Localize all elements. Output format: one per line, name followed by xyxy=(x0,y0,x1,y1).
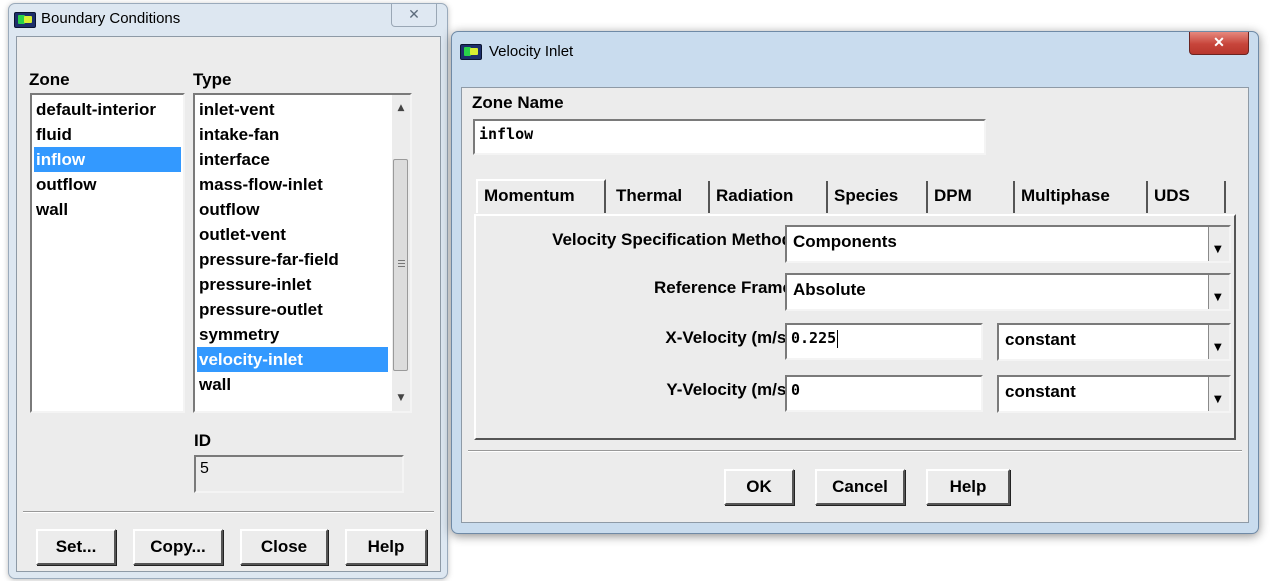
scroll-up-icon[interactable]: ▲ xyxy=(392,99,410,117)
y-velocity-profile-dropdown[interactable]: constant ▼ xyxy=(997,375,1231,413)
zone-list-item[interactable]: outflow xyxy=(34,172,181,197)
chevron-down-icon[interactable]: ▼ xyxy=(1208,227,1229,261)
bc-help-button[interactable]: Help xyxy=(345,529,427,565)
tab-uds[interactable]: UDS xyxy=(1148,181,1226,213)
type-list-item[interactable]: pressure-outlet xyxy=(197,297,388,322)
chevron-down-icon[interactable]: ▼ xyxy=(1208,325,1229,359)
type-list-item[interactable]: outlet-vent xyxy=(197,222,388,247)
tab-multiphase[interactable]: Multiphase xyxy=(1015,181,1148,213)
type-list-item[interactable]: intake-fan xyxy=(197,122,388,147)
bc-client-area: Zone Type default-interior fluid inflow out… xyxy=(16,36,441,572)
vi-help-button[interactable]: Help xyxy=(926,469,1010,505)
zone-list-item[interactable]: wall xyxy=(34,197,181,222)
fluent-app-icon xyxy=(460,44,482,60)
zone-list-item[interactable]: fluid xyxy=(34,122,181,147)
velocity-method-dropdown[interactable]: Components ▼ xyxy=(785,225,1231,263)
zone-label: Zone xyxy=(29,70,70,89)
bc-window-title: Boundary Conditions xyxy=(41,10,181,27)
type-list-item[interactable]: pressure-inlet xyxy=(197,272,388,297)
copy-button[interactable]: Copy... xyxy=(133,529,223,565)
fluent-app-icon xyxy=(14,12,36,28)
bc-separator xyxy=(23,511,434,513)
type-list-item[interactable]: wall xyxy=(197,372,388,397)
y-velocity-label: Y-Velocity (m/s) xyxy=(666,380,792,399)
x-velocity-input[interactable]: 0.225 xyxy=(785,323,983,360)
zone-name-label: Zone Name xyxy=(472,93,564,112)
y-velocity-profile-value: constant xyxy=(1005,382,1076,401)
bc-titlebar[interactable]: Boundary Conditions ✕ xyxy=(9,4,447,34)
tab-radiation[interactable]: Radiation xyxy=(710,181,828,213)
zone-list-item[interactable]: inflow xyxy=(34,147,181,172)
chevron-down-icon[interactable]: ▼ xyxy=(1208,377,1229,411)
zone-list-item[interactable]: default-interior xyxy=(34,97,181,122)
type-list[interactable]: inlet-vent intake-fan interface mass-flow-i… xyxy=(193,93,412,413)
tab-species[interactable]: Species xyxy=(828,181,928,213)
close-icon: ✕ xyxy=(408,6,420,22)
zone-list[interactable]: default-interior fluid inflow outflow wall xyxy=(30,93,185,413)
vi-client-area: Zone Name inflow Momentum Thermal Radiat… xyxy=(461,87,1249,523)
momentum-tab-page: Velocity Specification Method Components… xyxy=(474,214,1236,440)
tab-momentum[interactable]: Momentum xyxy=(476,179,606,213)
y-velocity-input[interactable]: 0 xyxy=(785,375,983,412)
x-velocity-value: 0.225 xyxy=(791,329,837,347)
type-list-item[interactable]: inlet-vent xyxy=(197,97,388,122)
reference-frame-dropdown[interactable]: Absolute ▼ xyxy=(785,273,1231,311)
type-list-item[interactable]: symmetry xyxy=(197,322,388,347)
id-value: 5 xyxy=(200,460,209,477)
reference-frame-label: Reference Frame xyxy=(654,278,792,297)
cancel-button[interactable]: Cancel xyxy=(815,469,905,505)
velocity-method-label: Velocity Specification Method xyxy=(552,230,792,249)
id-label: ID xyxy=(194,431,211,450)
velocity-inlet-window: Velocity Inlet ✕ Zone Name inflow Moment… xyxy=(451,31,1259,534)
id-field: 5 xyxy=(194,455,404,493)
type-list-item[interactable]: velocity-inlet xyxy=(197,347,388,372)
vi-window-title: Velocity Inlet xyxy=(489,43,574,60)
type-list-item[interactable]: interface xyxy=(197,147,388,172)
chevron-down-icon[interactable]: ▼ xyxy=(1208,275,1229,309)
boundary-conditions-window: Boundary Conditions ✕ Zone Type default-… xyxy=(8,3,448,579)
tab-dpm[interactable]: DPM xyxy=(928,181,1015,213)
vi-titlebar[interactable]: Velocity Inlet ✕ xyxy=(452,32,1258,62)
type-list-item[interactable]: pressure-far-field xyxy=(197,247,388,272)
close-button[interactable]: Close xyxy=(240,529,328,565)
close-icon: ✕ xyxy=(1213,34,1225,50)
zone-name-input[interactable]: inflow xyxy=(473,119,986,155)
type-label: Type xyxy=(193,70,232,89)
x-velocity-profile-value: constant xyxy=(1005,330,1076,349)
reference-frame-value: Absolute xyxy=(793,280,866,299)
set-button[interactable]: Set... xyxy=(36,529,116,565)
vi-separator xyxy=(468,450,1242,452)
scroll-down-icon[interactable]: ▼ xyxy=(392,389,410,407)
type-list-item[interactable]: mass-flow-inlet xyxy=(197,172,388,197)
text-caret xyxy=(837,329,839,348)
bc-close-button[interactable]: ✕ xyxy=(391,4,437,27)
x-velocity-profile-dropdown[interactable]: constant ▼ xyxy=(997,323,1231,361)
tab-strip: Momentum Thermal Radiation Species DPM M… xyxy=(474,179,1234,215)
ok-button[interactable]: OK xyxy=(724,469,794,505)
tab-thermal[interactable]: Thermal xyxy=(610,181,710,213)
type-list-item[interactable]: outflow xyxy=(197,197,388,222)
scrollbar-thumb[interactable] xyxy=(393,159,408,371)
type-list-scrollbar[interactable]: ▲ ▼ xyxy=(392,95,410,411)
x-velocity-label: X-Velocity (m/s) xyxy=(665,328,792,347)
velocity-method-value: Components xyxy=(793,232,897,251)
vi-close-button[interactable]: ✕ xyxy=(1189,32,1249,55)
